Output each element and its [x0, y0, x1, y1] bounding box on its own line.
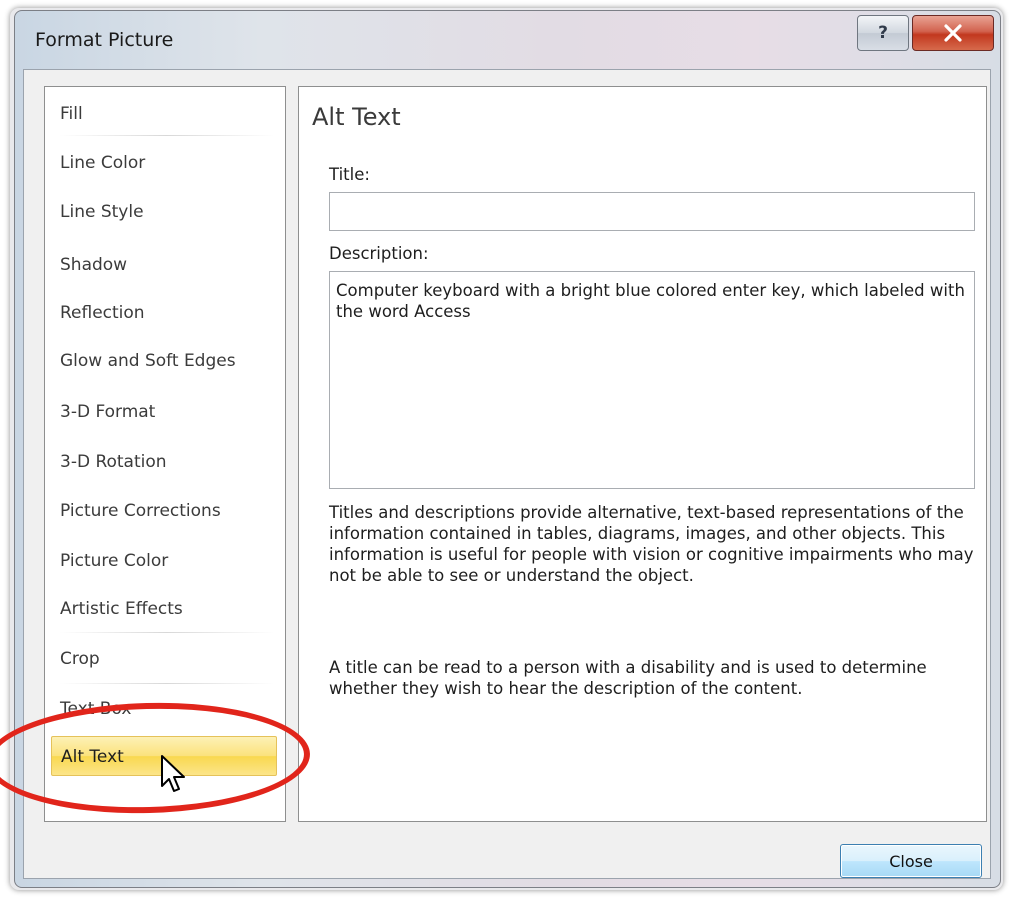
sidebar-item-crop[interactable]: Crop — [51, 640, 277, 678]
sidebar-item-3d-rotation[interactable]: 3-D Rotation — [51, 443, 277, 481]
description-label: Description: — [329, 244, 429, 263]
panel-heading: Alt Text — [312, 103, 401, 131]
sidebar-item-glow-soft-edges[interactable]: Glow and Soft Edges — [51, 342, 277, 380]
divider — [59, 683, 275, 684]
title-bar[interactable]: Format Picture ? — [15, 11, 1000, 71]
sidebar-item-fill[interactable]: Fill — [51, 95, 277, 133]
sidebar-item-picture-corrections[interactable]: Picture Corrections — [51, 492, 277, 530]
sidebar-item-shadow[interactable]: Shadow — [51, 246, 277, 284]
alt-text-panel: Alt Text Title: Description: Computer ke… — [298, 86, 987, 822]
sidebar-item-artistic-effects[interactable]: Artistic Effects — [51, 590, 277, 628]
help-paragraph: Titles and descriptions provide alternat… — [329, 503, 974, 585]
description-textarea[interactable]: Computer keyboard with a bright blue col… — [329, 271, 975, 489]
sidebar-item-line-style[interactable]: Line Style — [51, 193, 277, 231]
question-mark-icon: ? — [878, 23, 888, 43]
arrow-pointer-icon — [161, 755, 185, 792]
divider — [59, 632, 275, 633]
divider — [59, 135, 275, 136]
help-button[interactable]: ? — [857, 15, 909, 51]
sidebar-item-line-color[interactable]: Line Color — [51, 144, 277, 182]
help-paragraph: A title can be read to a person with a d… — [329, 658, 927, 698]
sidebar-item-3d-format[interactable]: 3-D Format — [51, 393, 277, 431]
sidebar-item-reflection[interactable]: Reflection — [51, 294, 277, 332]
sidebar-item-picture-color[interactable]: Picture Color — [51, 542, 277, 580]
window-close-button[interactable] — [912, 15, 994, 51]
dialog-title: Format Picture — [35, 29, 174, 51]
title-label: Title: — [329, 165, 370, 184]
close-button[interactable]: Close — [840, 844, 982, 878]
title-input[interactable] — [329, 192, 975, 231]
close-icon — [944, 24, 962, 42]
